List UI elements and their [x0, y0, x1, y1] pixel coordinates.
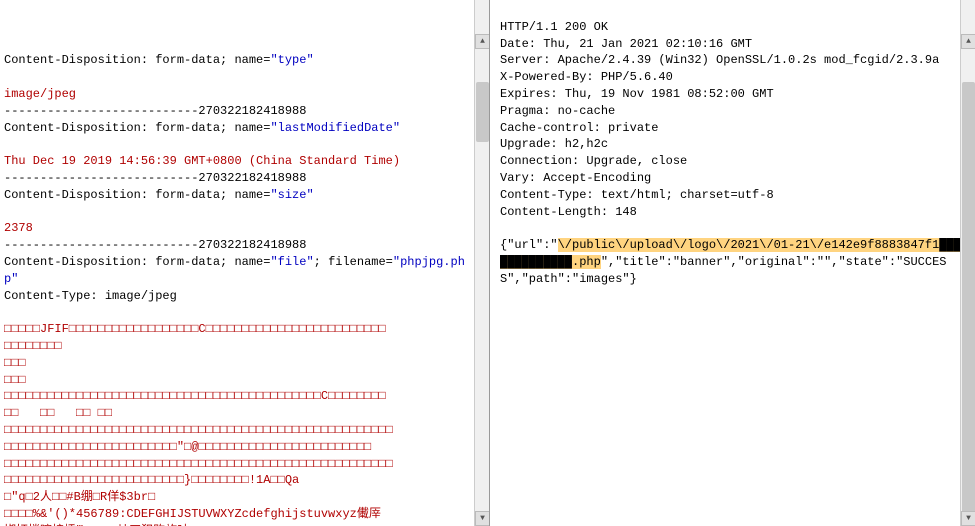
response-header: Vary: Accept-Encoding: [500, 171, 651, 185]
split-view: Content-Disposition: form-data; name="ty…: [0, 0, 975, 526]
content-type-line: Content-Type: image/jpeg: [4, 289, 177, 303]
response-header: Pragma: no-cache: [500, 104, 615, 118]
form-body: 2378: [4, 221, 33, 235]
request-content: Content-Disposition: form-data; name="ty…: [4, 36, 485, 526]
form-body: image/jpeg: [4, 87, 76, 101]
scroll-thumb[interactable]: [476, 82, 489, 142]
binary-data: □□□: [4, 373, 26, 387]
response-header: Date: Thu, 21 Jan 2021 02:10:16 GMT: [500, 37, 752, 51]
form-header-line: Content-Disposition: form-data; name="si…: [4, 188, 314, 202]
request-pane: Content-Disposition: form-data; name="ty…: [0, 0, 490, 526]
response-body: {"url":"\/public\/upload\/logo\/2021\/01…: [500, 238, 961, 286]
request-scrollbar[interactable]: ▲ ▼: [474, 0, 489, 526]
binary-data: □□ □□ □□ □□: [4, 406, 112, 420]
binary-data: □□□□□□□□□□□□□□□□□□□□□□□□□□□□□□□□□□□□□□□□…: [4, 423, 393, 437]
form-header-line: Content-Disposition: form-data; name="ty…: [4, 53, 314, 67]
binary-data: □□□□□□□□□□□□□□□□□□□□□□□□□□□□□□□□□□□□□□□□…: [4, 389, 386, 403]
response-header: Content-Type: text/html; charset=utf-8: [500, 188, 774, 202]
scroll-track[interactable]: [961, 82, 975, 526]
binary-data: □□□□□□□□□□□□□□□□□□□□□□□□"□@□□□□□□□□□□□□□…: [4, 440, 371, 454]
response-pane: HTTP/1.1 200 OK Date: Thu, 21 Jan 2021 0…: [490, 0, 975, 526]
response-header: Upgrade: h2,h2c: [500, 137, 608, 151]
binary-data: □□□□□□□□: [4, 339, 62, 353]
binary-data: □□□: [4, 356, 26, 370]
form-header-line: Content-Disposition: form-data; name="fi…: [4, 255, 465, 286]
response-header: Content-Length: 148: [500, 205, 637, 219]
response-header: Server: Apache/2.4.39 (Win32) OpenSSL/1.…: [500, 53, 939, 67]
scroll-track[interactable]: [475, 82, 489, 526]
boundary: ---------------------------2703221824189…: [4, 171, 306, 185]
binary-data: □□□□□JFIF□□□□□□□□□□□□□□□□□□C□□□□□□□□□□□□…: [4, 322, 386, 336]
scroll-thumb[interactable]: [962, 82, 975, 526]
form-body: Thu Dec 19 2019 14:56:39 GMT+0800 (China…: [4, 154, 400, 168]
form-header-line: Content-Disposition: form-data; name="la…: [4, 121, 400, 135]
binary-data: □"q□2人□□#B绷□R佯$3br□: [4, 490, 155, 504]
binary-data: □□□□□□□□□□□□□□□□□□□□□□□□□□□□□□□□□□□□□□□□…: [4, 457, 393, 471]
scroll-up-icon[interactable]: ▲: [475, 34, 490, 49]
scroll-up-icon[interactable]: ▲: [961, 34, 975, 49]
boundary: ---------------------------2703221824189…: [4, 104, 306, 118]
response-header: Connection: Upgrade, close: [500, 154, 687, 168]
response-header: HTTP/1.1 200 OK: [500, 20, 608, 34]
response-header: X-Powered-By: PHP/5.6.40: [500, 70, 673, 84]
response-scrollbar[interactable]: ▲ ▼: [960, 0, 975, 526]
response-header: Cache-control: private: [500, 121, 658, 135]
binary-data: □□□□%&'()*456789:CDEFGHIJSTUVWXYZcdefghi…: [4, 507, 381, 521]
binary-data: □□□□□□□□□□□□□□□□□□□□□□□□□}□□□□□□□□!1A□□Q…: [4, 473, 299, 487]
scroll-down-icon[interactable]: ▼: [961, 511, 975, 526]
boundary: ---------------------------2703221824189…: [4, 238, 306, 252]
response-header: Expires: Thu, 19 Nov 1981 08:52:00 GMT: [500, 87, 774, 101]
scroll-down-icon[interactable]: ▼: [475, 511, 490, 526]
